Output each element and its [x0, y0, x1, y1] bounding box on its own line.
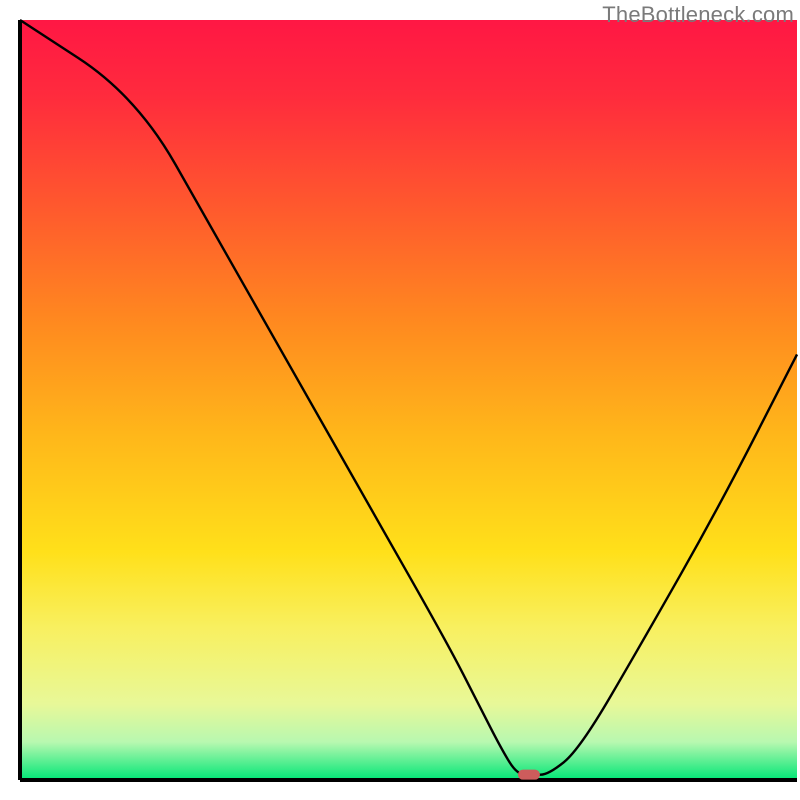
plot-svg	[0, 0, 800, 800]
value-marker	[518, 770, 540, 780]
gradient-backdrop	[20, 20, 797, 780]
chart-container: TheBottleneck.com	[0, 0, 800, 800]
watermark-text: TheBottleneck.com	[602, 2, 794, 28]
